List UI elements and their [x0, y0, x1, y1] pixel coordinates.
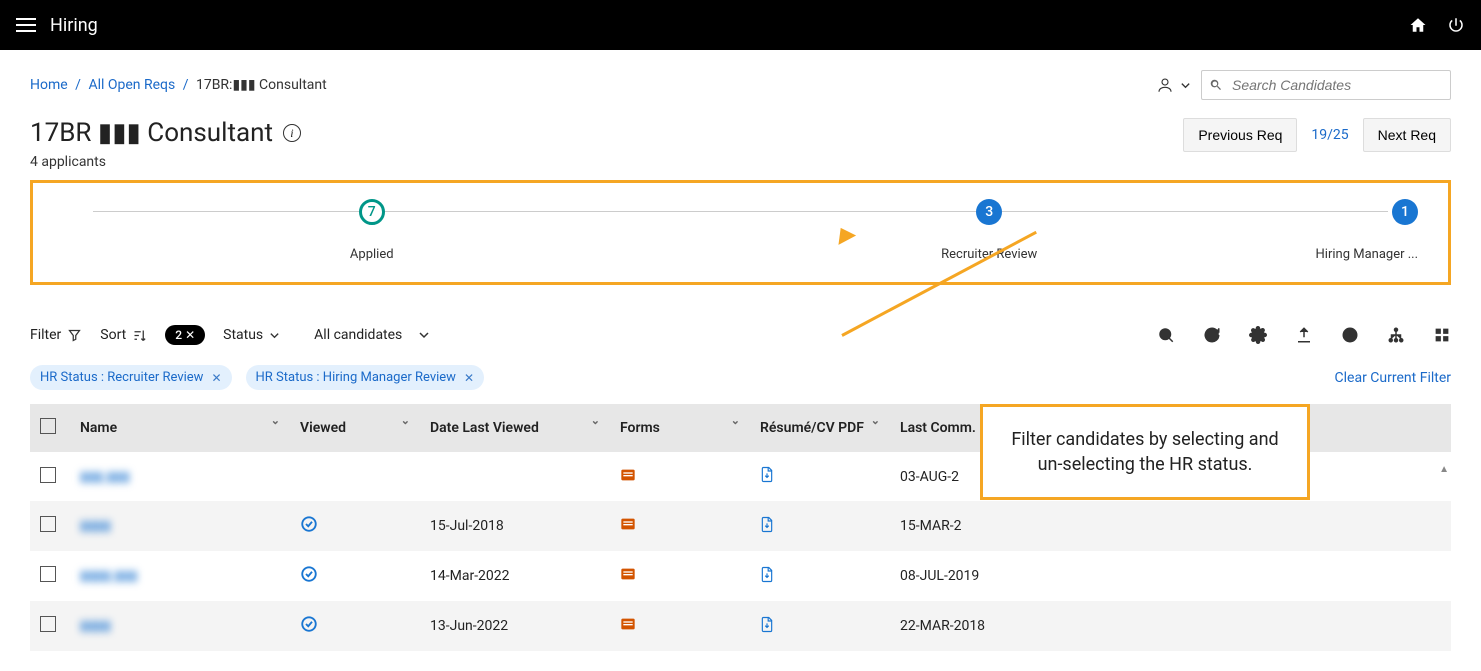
chevron-down-icon	[269, 330, 280, 341]
resume-pdf-icon[interactable]	[760, 521, 774, 537]
select-all-checkbox[interactable]	[40, 418, 56, 434]
stage-applied[interactable]: 7 Applied	[63, 199, 681, 262]
user-dropdown[interactable]	[1156, 76, 1191, 94]
candidate-name[interactable]: ▮▮▮▮	[80, 518, 111, 534]
filter-chip[interactable]: HR Status : Recruiter Review✕	[30, 365, 232, 390]
gear-icon[interactable]	[1249, 326, 1267, 344]
date-last-viewed: 15-Jul-2018	[420, 501, 610, 551]
topbar: Hiring	[0, 0, 1481, 50]
breadcrumb: Home / All Open Reqs / 17BR:▮▮▮ Consulta…	[30, 77, 327, 93]
form-icon[interactable]	[620, 619, 636, 635]
breadcrumb-home[interactable]: Home	[30, 77, 68, 93]
col-name[interactable]: Name⌄	[70, 404, 290, 452]
refresh-icon[interactable]	[1203, 326, 1221, 344]
viewed-check-icon	[300, 521, 318, 537]
viewed-check-icon	[300, 621, 318, 637]
col-viewed[interactable]: Viewed⌄	[290, 404, 420, 452]
sort-button[interactable]: Sort	[100, 327, 147, 343]
filter-chip[interactable]: HR Status : Hiring Manager Review✕	[246, 365, 484, 390]
viewed-check-icon	[300, 571, 318, 587]
search-icon[interactable]	[1157, 326, 1175, 344]
form-icon[interactable]	[620, 470, 636, 486]
breadcrumb-openreqs[interactable]: All Open Reqs	[88, 77, 175, 93]
req-counter: 19/25	[1311, 127, 1348, 143]
scroll-up-arrow[interactable]: ▲	[1439, 464, 1449, 475]
search-box	[1201, 70, 1451, 100]
col-resume[interactable]: Résumé/CV PDF⌄	[750, 404, 890, 452]
close-icon[interactable]: ✕	[464, 371, 474, 385]
table-toolbar: Filter Sort 2 ✕ Status All candidates	[30, 325, 1451, 345]
filter-chips-row: HR Status : Recruiter Review✕ HR Status …	[30, 365, 1451, 390]
clear-filter-link[interactable]: Clear Current Filter	[1335, 370, 1451, 386]
chevron-down-icon	[1180, 80, 1191, 91]
all-candidates-dropdown[interactable]: All candidates	[314, 327, 430, 343]
candidate-name[interactable]: ▮▮▮▮	[80, 618, 111, 634]
info-icon[interactable]: i	[283, 124, 301, 142]
status-dropdown[interactable]: Status	[223, 327, 280, 343]
menu-icon[interactable]	[16, 18, 36, 32]
page-title: 17BR ▮▮▮ Consultant i	[30, 118, 301, 148]
resume-pdf-icon[interactable]	[760, 571, 774, 587]
col-forms[interactable]: Forms⌄	[610, 404, 750, 452]
next-req-button[interactable]: Next Req	[1363, 118, 1451, 152]
resume-pdf-icon[interactable]	[760, 471, 774, 487]
stage-hiring-manager[interactable]: 1 Hiring Manager ...	[1298, 199, 1418, 262]
previous-req-button[interactable]: Previous Req	[1183, 118, 1297, 152]
row-checkbox[interactable]	[40, 467, 56, 483]
table-row[interactable]: ▮▮▮▮ ▮▮▮ 14-Mar-2022 08-JUL-2019	[30, 551, 1451, 601]
row-checkbox[interactable]	[40, 616, 56, 632]
home-icon[interactable]	[1409, 16, 1427, 34]
col-date-last-viewed[interactable]: Date Last Viewed⌄	[420, 404, 610, 452]
last-comm-date: 22-MAR-2018	[890, 601, 1451, 651]
annotation-callout: Filter candidates by selecting and un-se…	[980, 404, 1310, 500]
sort-icon	[132, 328, 147, 343]
pipeline-stages: 7 Applied 3 Recruiter Review 1 Hiring Ma…	[30, 180, 1451, 285]
close-icon[interactable]: ✕	[211, 371, 221, 385]
table-row[interactable]: ▮▮▮▮ 15-Jul-2018 15-MAR-2	[30, 501, 1451, 551]
form-icon[interactable]	[620, 519, 636, 535]
search-icon	[1209, 78, 1223, 92]
person-icon	[1156, 76, 1174, 94]
last-comm-date: 08-JUL-2019	[890, 551, 1451, 601]
breadcrumb-current: 17BR:▮▮▮ Consultant	[196, 77, 327, 93]
header-bar: Home / All Open Reqs / 17BR:▮▮▮ Consulta…	[30, 70, 1451, 100]
date-last-viewed: 14-Mar-2022	[420, 551, 610, 601]
upload-icon[interactable]	[1295, 326, 1313, 344]
hierarchy-icon[interactable]	[1387, 326, 1405, 344]
power-icon[interactable]	[1447, 16, 1465, 34]
filter-button[interactable]: Filter	[30, 327, 82, 343]
resume-pdf-icon[interactable]	[760, 621, 774, 637]
filter-count-badge[interactable]: 2 ✕	[165, 325, 205, 345]
chevron-down-icon	[418, 329, 430, 341]
candidate-name[interactable]: ▮▮▮▮ ▮▮▮	[80, 568, 137, 584]
row-checkbox[interactable]	[40, 516, 56, 532]
table-row[interactable]: ▮▮▮▮ 13-Jun-2022 22-MAR-2018	[30, 601, 1451, 651]
clock-icon[interactable]	[1341, 326, 1359, 344]
last-comm-date: 15-MAR-2	[890, 501, 1451, 551]
row-checkbox[interactable]	[40, 566, 56, 582]
funnel-icon	[67, 328, 82, 343]
form-icon[interactable]	[620, 569, 636, 585]
grid-icon[interactable]	[1433, 326, 1451, 344]
applicant-count: 4 applicants	[30, 154, 301, 170]
date-last-viewed	[420, 452, 610, 501]
candidate-name[interactable]: ▮▮▮ ▮▮▮	[80, 469, 130, 485]
date-last-viewed: 13-Jun-2022	[420, 601, 610, 651]
stage-recruiter-review[interactable]: 3 Recruiter Review	[681, 199, 1299, 262]
app-title: Hiring	[50, 15, 98, 36]
search-input[interactable]	[1201, 70, 1451, 100]
